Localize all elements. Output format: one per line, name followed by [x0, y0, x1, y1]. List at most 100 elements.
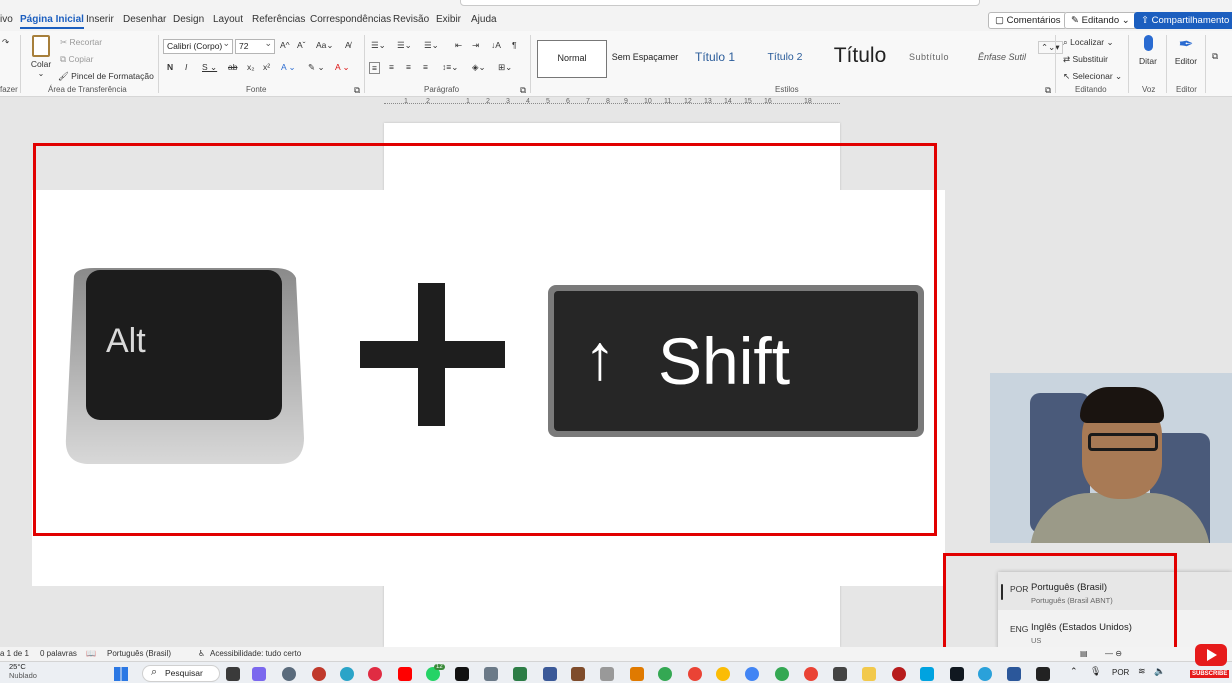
- wifi-icon[interactable]: ≋: [1138, 666, 1146, 677]
- app-icon[interactable]: [892, 667, 906, 681]
- app-icon[interactable]: [484, 667, 498, 681]
- tab-review[interactable]: Revisão: [393, 14, 429, 25]
- chrome-icon[interactable]: [658, 667, 672, 681]
- app-icon[interactable]: [513, 667, 527, 681]
- style-normal[interactable]: Normal: [537, 40, 607, 78]
- font-dialog-launcher-icon[interactable]: ⧉: [354, 85, 360, 96]
- chrome-icon[interactable]: [775, 667, 789, 681]
- app-icon[interactable]: [455, 667, 469, 681]
- app-icon[interactable]: [600, 667, 614, 681]
- pilcrow-icon[interactable]: ¶: [512, 40, 517, 50]
- app-icon[interactable]: [340, 667, 354, 681]
- tab-help[interactable]: Ajuda: [471, 14, 497, 25]
- subscript-icon[interactable]: x₂: [247, 62, 255, 72]
- title-search-box[interactable]: [460, 0, 980, 6]
- style-heading-1[interactable]: Título 1: [683, 40, 747, 78]
- sort-icon[interactable]: ↓A: [491, 40, 501, 50]
- line-spacing-icon[interactable]: ↕≡⌄: [442, 62, 458, 73]
- highlight-icon[interactable]: ✎ ⌄: [308, 62, 325, 73]
- text-effects-icon[interactable]: A ⌄: [281, 62, 296, 73]
- editor-button[interactable]: ✒ Editor: [1172, 35, 1200, 66]
- find-button[interactable]: ⌕ Localizar ⌄: [1063, 37, 1114, 48]
- multilevel-list-icon[interactable]: ☰⌄: [424, 40, 439, 51]
- proofing-icon[interactable]: 📖: [86, 649, 96, 658]
- word-count[interactable]: 0 palavras: [40, 649, 77, 658]
- page-count[interactable]: a 1 de 1: [0, 649, 29, 658]
- volume-icon[interactable]: 🔈: [1154, 666, 1165, 677]
- chrome-icon[interactable]: [804, 667, 818, 681]
- decrease-indent-icon[interactable]: ⇤: [455, 40, 462, 51]
- chrome-icon[interactable]: [745, 667, 759, 681]
- tab-mailings[interactable]: Correspondências: [310, 14, 391, 25]
- style-subtitle[interactable]: Subtítulo: [900, 40, 958, 78]
- telegram-icon[interactable]: [978, 667, 992, 681]
- chrome-icon[interactable]: [716, 667, 730, 681]
- taskbar-search[interactable]: Pesquisar: [142, 665, 220, 682]
- zoom-slider[interactable]: — ⊖: [1105, 649, 1122, 658]
- status-language[interactable]: Português (Brasil): [107, 649, 171, 658]
- tab-home[interactable]: Página Inicial: [20, 14, 84, 29]
- style-heading-2[interactable]: Título 2: [752, 40, 818, 78]
- accessibility-status[interactable]: Acessibilidade: tudo certo: [210, 649, 301, 658]
- editing-mode-button[interactable]: ✎ Editando ⌄: [1064, 12, 1137, 29]
- font-name-select[interactable]: Calibri (Corpo): [163, 39, 233, 54]
- weather-icon[interactable]: 25°C Nublado: [0, 662, 37, 680]
- superscript-icon[interactable]: x²: [263, 62, 270, 72]
- align-center-icon[interactable]: ≡: [389, 62, 394, 72]
- tab-view[interactable]: Exibir: [436, 14, 461, 25]
- italic-icon[interactable]: I: [185, 62, 187, 72]
- pinterest-icon[interactable]: [368, 667, 382, 681]
- tab-references[interactable]: Referências: [252, 14, 305, 25]
- show-hidden-icons[interactable]: ⌃: [1070, 666, 1078, 677]
- app-icon[interactable]: [282, 667, 296, 681]
- align-left-icon[interactable]: ≡: [369, 62, 380, 74]
- numbering-icon[interactable]: ☰⌄: [397, 40, 412, 51]
- format-painter-button[interactable]: 🖌 Pincel de Formatação: [58, 71, 154, 82]
- styles-dialog-launcher-icon[interactable]: ⧉: [1045, 85, 1051, 96]
- tab-layout[interactable]: Layout: [213, 14, 243, 25]
- app-icon[interactable]: [571, 667, 585, 681]
- app-icon[interactable]: [630, 667, 644, 681]
- tab-draw[interactable]: Desenhar: [123, 14, 166, 25]
- ribbon-more-icon[interactable]: ⧉: [1212, 51, 1218, 62]
- word-icon[interactable]: [1007, 667, 1021, 681]
- app-icon[interactable]: [252, 667, 266, 681]
- accessibility-icon[interactable]: ♿: [198, 649, 205, 658]
- select-button[interactable]: ↖ Selecionar ⌄: [1063, 71, 1122, 82]
- redo-icon[interactable]: ↷: [2, 37, 9, 48]
- borders-icon[interactable]: ⊞⌄: [498, 62, 512, 73]
- increase-indent-icon[interactable]: ⇥: [472, 40, 479, 51]
- copy-button[interactable]: ⧉ Copiar: [60, 54, 93, 65]
- clear-format-icon[interactable]: A̸: [345, 40, 351, 50]
- chrome-icon[interactable]: [688, 667, 702, 681]
- font-size-select[interactable]: 72: [235, 39, 275, 54]
- justify-icon[interactable]: ≡: [423, 62, 428, 72]
- strikethrough-icon[interactable]: ab: [228, 62, 237, 72]
- style-subtle-emphasis[interactable]: Ênfase Sutil: [966, 40, 1038, 78]
- styles-scroll-icon[interactable]: ⌃⌄▾: [1038, 41, 1063, 54]
- app-icon[interactable]: [920, 667, 934, 681]
- bullets-icon[interactable]: ☰⌄: [371, 40, 386, 51]
- underline-icon[interactable]: S ⌄: [202, 62, 217, 73]
- grow-font-icon[interactable]: A^: [280, 40, 290, 50]
- tab-insert[interactable]: Inserir: [86, 14, 114, 25]
- share-button[interactable]: ⇪ Compartilhamento: [1134, 12, 1232, 29]
- style-no-spacing[interactable]: Sem Espaçamer: [610, 40, 680, 78]
- comments-button[interactable]: ▢ Comentários: [988, 12, 1068, 29]
- paragraph-dialog-launcher-icon[interactable]: ⧉: [520, 85, 526, 96]
- horizontal-ruler[interactable]: 1 2 1 2 3 4 5 6 7 8 9 10 11 12 13 14 15 …: [384, 98, 840, 110]
- align-right-icon[interactable]: ≡: [406, 62, 411, 72]
- paste-button[interactable]: Colar ⌄: [29, 35, 53, 78]
- microphone-icon[interactable]: 🎙: [1090, 666, 1101, 677]
- tab-file[interactable]: ivo: [0, 14, 13, 25]
- input-language-indicator[interactable]: POR: [1112, 668, 1129, 677]
- change-case-icon[interactable]: Aa⌄: [316, 40, 334, 51]
- shrink-font-icon[interactable]: Aˇ: [297, 40, 306, 50]
- app-icon[interactable]: [543, 667, 557, 681]
- record-icon[interactable]: [312, 667, 326, 681]
- task-view-icon[interactable]: [226, 667, 240, 681]
- file-explorer-icon[interactable]: [862, 667, 876, 681]
- tab-design[interactable]: Design: [173, 14, 204, 25]
- font-color-icon[interactable]: A ⌄: [335, 62, 350, 73]
- dictate-button[interactable]: Ditar: [1136, 35, 1160, 66]
